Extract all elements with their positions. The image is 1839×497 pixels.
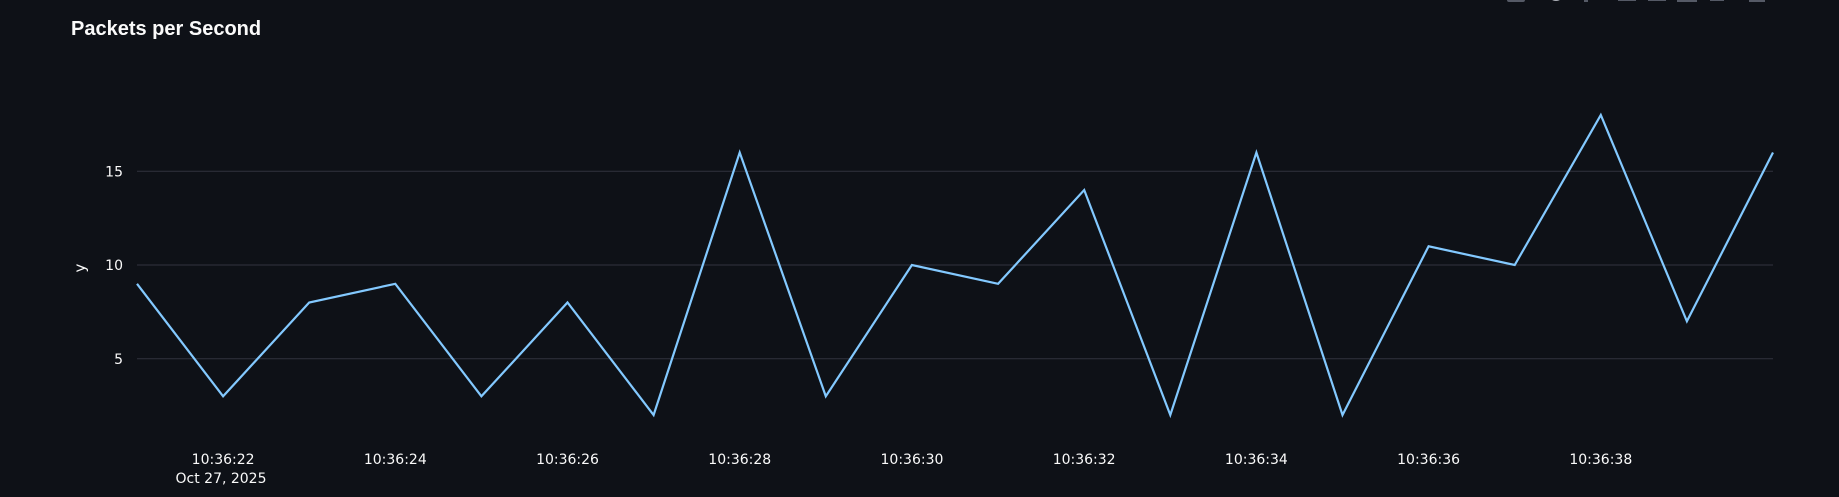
x-tick-label: 10:36:24 xyxy=(364,452,427,468)
gridlines xyxy=(137,170,1773,360)
y-tick-label: 10 xyxy=(105,258,123,274)
data-point[interactable] xyxy=(476,391,486,401)
data-point[interactable] xyxy=(563,298,573,308)
data-point[interactable] xyxy=(649,410,659,420)
data-point[interactable] xyxy=(1682,316,1692,326)
data-point[interactable] xyxy=(993,279,1003,289)
data-point[interactable] xyxy=(1596,110,1606,120)
data-point[interactable] xyxy=(1079,185,1089,195)
x-tick-label: 10:36:28 xyxy=(708,452,771,468)
data-point[interactable] xyxy=(1251,148,1261,158)
data-point[interactable] xyxy=(304,298,314,308)
data-point[interactable] xyxy=(1424,241,1434,251)
y-axis-ticks: 5 10 15 xyxy=(105,164,123,368)
x-tick-label: 10:36:30 xyxy=(881,452,944,468)
x-tick-label: 10:36:32 xyxy=(1053,452,1116,468)
line-chart[interactable]: 51015 10:36:22 10:36:24 10:36:26 10:36:28 10… xyxy=(0,0,1839,497)
data-point[interactable] xyxy=(132,279,142,289)
x-tick-label: 10:36:22 xyxy=(192,452,255,468)
data-point[interactable] xyxy=(1510,260,1520,270)
data-point[interactable] xyxy=(1165,410,1175,420)
data-point[interactable] xyxy=(821,391,831,401)
x-tick-label: 10:36:26 xyxy=(536,452,599,468)
data-point[interactable] xyxy=(1337,410,1347,420)
data-point[interactable] xyxy=(390,279,400,289)
x-tick-label: 10:36:34 xyxy=(1225,452,1288,468)
x-tick-label: 10:36:36 xyxy=(1397,452,1460,468)
y-tick-label: 15 xyxy=(105,164,123,180)
y-tick-label: 5 xyxy=(114,352,123,368)
data-point[interactable] xyxy=(735,148,745,158)
data-point[interactable] xyxy=(218,391,228,401)
y-axis-label: y xyxy=(71,263,89,272)
data-point[interactable] xyxy=(1768,148,1778,158)
x-axis-ticks: 10:36:22 10:36:24 10:36:26 10:36:28 10:36:30… xyxy=(192,452,1633,468)
data-point[interactable] xyxy=(907,260,917,270)
x-tick-label: 10:36:38 xyxy=(1569,452,1632,468)
x-axis-date-label: Oct 27, 2025 xyxy=(176,471,267,487)
